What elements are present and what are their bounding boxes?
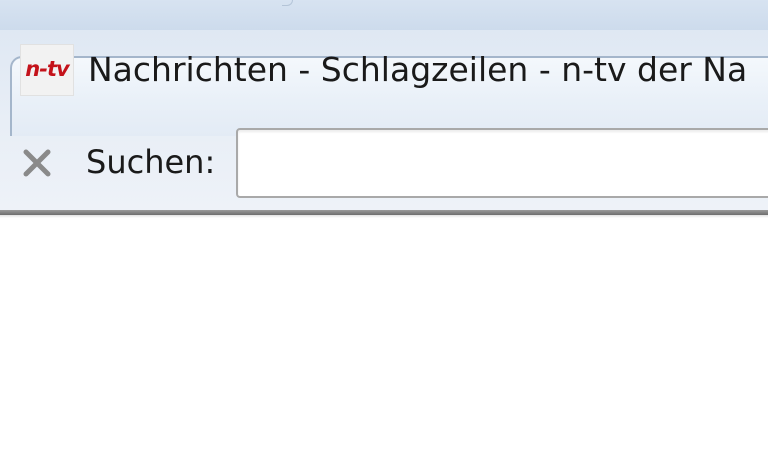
title-bar-edge <box>282 0 293 6</box>
page-content <box>0 218 768 460</box>
find-input[interactable] <box>236 128 768 198</box>
tab-title[interactable]: Nachrichten - Schlagzeilen - n-tv der Na <box>88 48 747 92</box>
close-icon[interactable] <box>22 148 52 178</box>
browser-window: n-tv Nachrichten - Schlagzeilen - n-tv d… <box>0 0 768 460</box>
title-bar <box>0 0 768 30</box>
favicon-label: n-tv <box>25 57 69 81</box>
find-label: Suchen: <box>86 143 216 181</box>
ntv-favicon-icon: n-tv <box>20 44 74 96</box>
